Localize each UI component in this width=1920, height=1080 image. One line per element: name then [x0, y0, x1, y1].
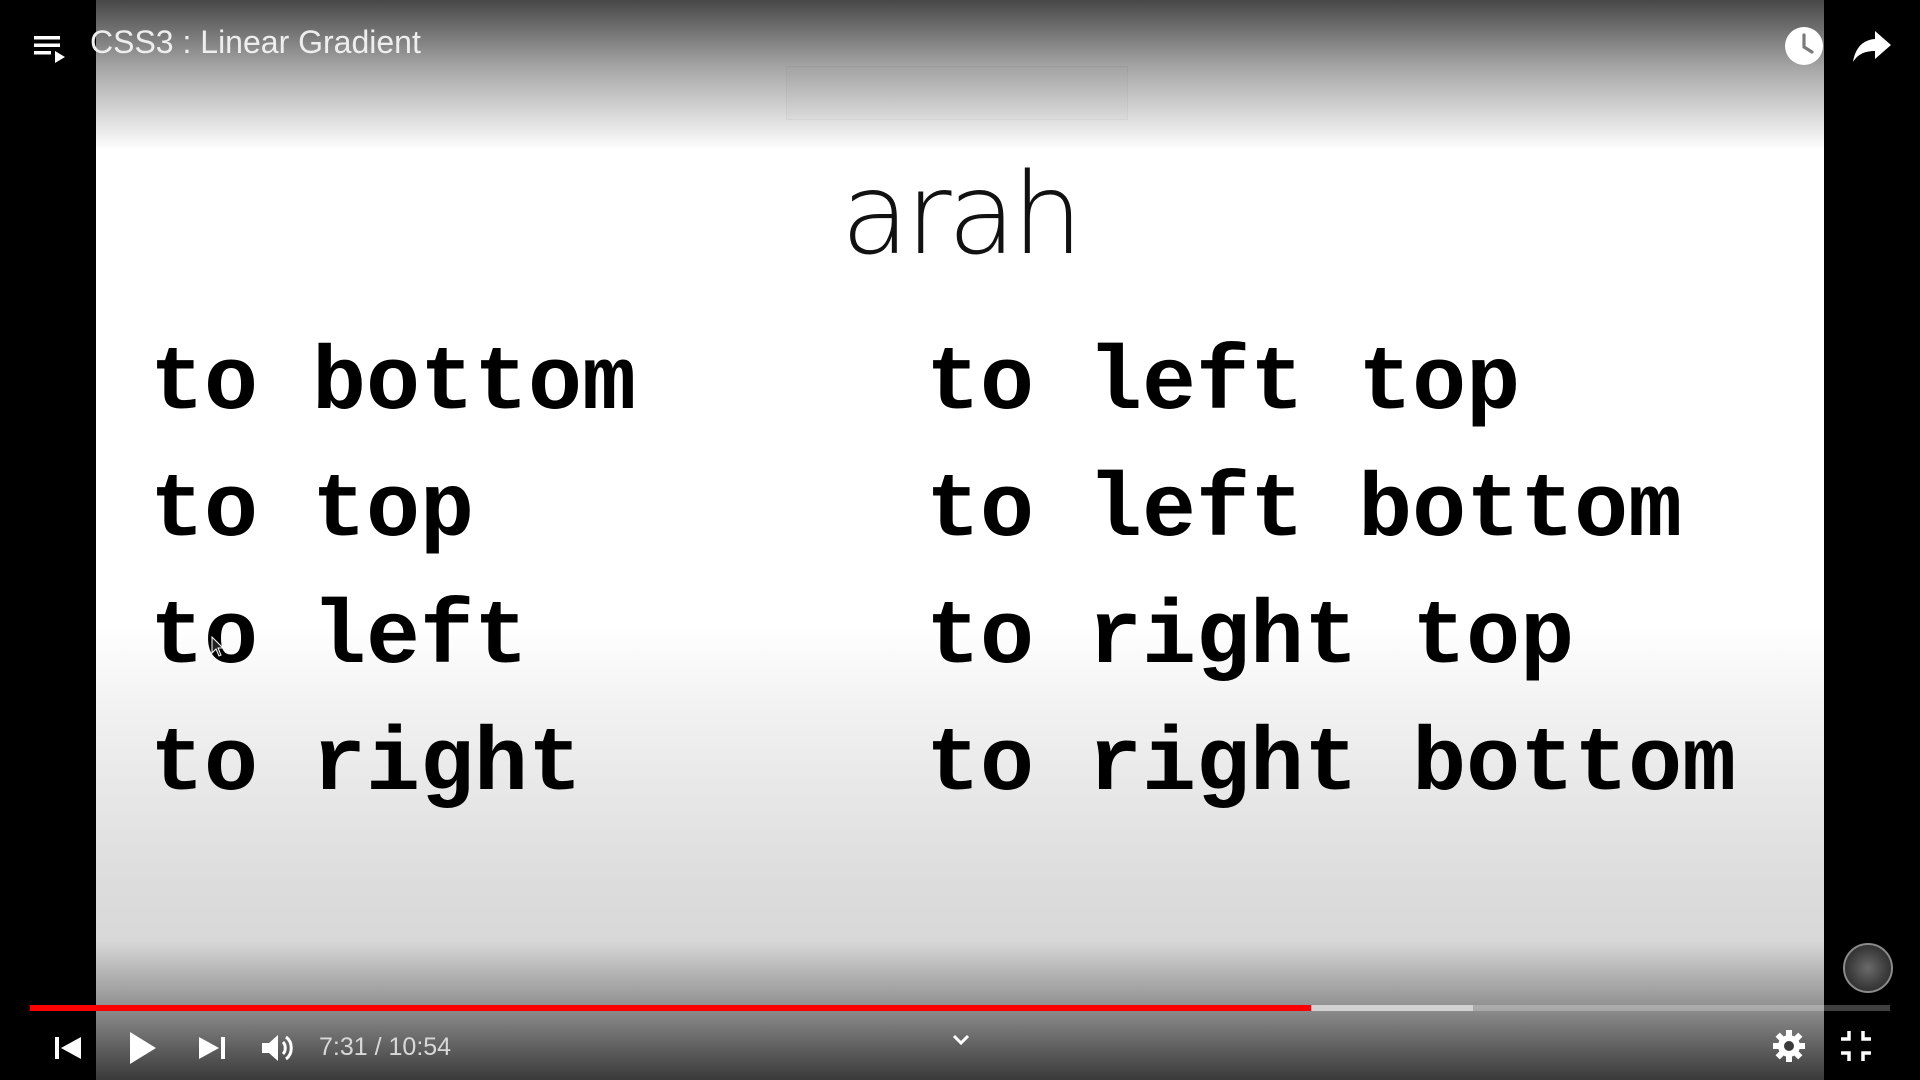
gradient-direction-item: to right: [150, 715, 583, 817]
playlist-icon: [34, 36, 65, 63]
duration: 10:54: [388, 1033, 452, 1061]
gradient-direction-item: to left: [150, 588, 529, 690]
volume-button[interactable]: [258, 1028, 298, 1068]
previous-button[interactable]: [50, 1030, 86, 1066]
time-display: 7:31 / 10:54: [319, 1033, 451, 1062]
gradient-direction-item: to right bottom: [926, 715, 1737, 817]
skip-next-icon: [199, 1037, 225, 1059]
next-button[interactable]: [194, 1030, 230, 1066]
chevron-down-icon: [952, 1034, 970, 1046]
watch-later-button[interactable]: [1783, 25, 1825, 67]
share-button[interactable]: [1851, 25, 1893, 67]
video-player[interactable]: arah to bottom to top to left to right t…: [0, 0, 1920, 1080]
gradient-direction-item: to right top: [926, 588, 1575, 690]
channel-watermark-icon[interactable]: [1843, 943, 1893, 993]
share-arrow-icon: [1853, 31, 1891, 62]
play-icon: [130, 1032, 156, 1064]
slide-title: arah: [840, 150, 1083, 280]
clock-icon: [1785, 27, 1823, 65]
video-title[interactable]: CSS3 : Linear Gradient: [90, 24, 421, 61]
gradient-direction-item: to left top: [926, 334, 1521, 436]
exit-fullscreen-button[interactable]: [1838, 1028, 1874, 1064]
gradient-direction-item: to bottom: [150, 334, 637, 436]
progress-played: [30, 1005, 1311, 1011]
current-time: 7:31: [319, 1033, 368, 1061]
more-videos-toggle[interactable]: [945, 1030, 977, 1052]
slide-left-column: to bottom to top to left to right: [150, 322, 636, 830]
video-frame-slide: arah to bottom to top to left to right t…: [96, 0, 1824, 1080]
play-button[interactable]: [122, 1028, 162, 1068]
skip-previous-icon: [55, 1037, 81, 1059]
gear-icon: [1773, 1030, 1805, 1062]
top-bar: CSS3 : Linear Gradient: [0, 0, 1920, 90]
progress-bar[interactable]: [30, 1005, 1890, 1011]
playlist-button[interactable]: [30, 28, 70, 68]
time-separator: /: [367, 1033, 389, 1061]
gradient-direction-item: to top: [150, 461, 475, 563]
volume-icon: [262, 1035, 293, 1061]
slide-right-column: to left top to left bottom to right top …: [926, 322, 1736, 830]
exit-fullscreen-icon: [1841, 1031, 1871, 1061]
settings-button[interactable]: [1771, 1028, 1807, 1064]
gradient-direction-item: to left bottom: [926, 461, 1683, 563]
